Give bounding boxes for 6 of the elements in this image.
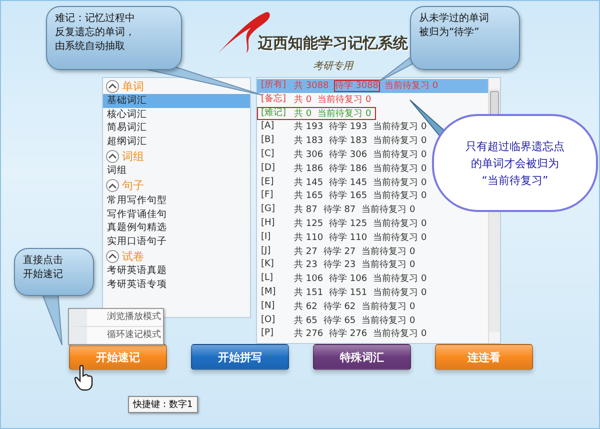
app-subtitle: 考研专用 <box>313 60 353 73</box>
callout-bubble: 难记：记忆过程中 反复遗忘的单词， 由系统自动抽取 <box>46 6 182 70</box>
callout-bubble: 从未学过的单词 被归为“待学” <box>410 6 520 70</box>
app-title: 迈西知能学习记忆系统 <box>258 34 408 53</box>
callout-bubble: 直接点击 开始速记 <box>14 248 94 296</box>
shortcut-tooltip: 快捷键：数字1 <box>128 396 198 413</box>
